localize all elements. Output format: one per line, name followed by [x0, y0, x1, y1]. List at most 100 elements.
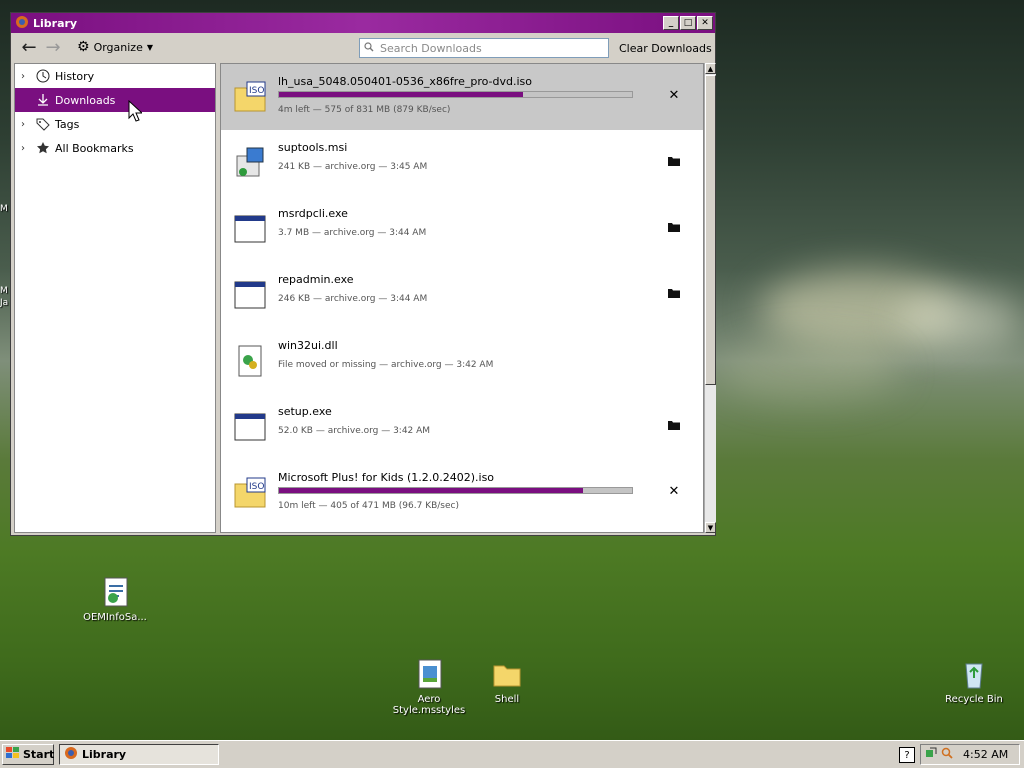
svg-text:ISO: ISO: [249, 86, 264, 96]
tag-icon: [35, 116, 51, 132]
sidebar-item-downloads[interactable]: Downloads: [15, 88, 215, 112]
mouse-cursor-icon: [128, 99, 144, 125]
clock[interactable]: 4:52 AM: [963, 748, 1008, 761]
forward-arrow-icon[interactable]: →: [41, 37, 65, 58]
help-icon[interactable]: ?: [899, 747, 915, 763]
download-item[interactable]: ISO lh_usa_5048.050401-0536_x86fre_pro-d…: [221, 64, 703, 130]
download-icon: [35, 92, 51, 108]
start-label: Start: [23, 748, 55, 761]
sidebar-item-history[interactable]: › History: [15, 64, 215, 88]
system-tray: 4:52 AM: [920, 744, 1020, 765]
download-name: lh_usa_5048.050401-0536_x86fre_pro-dvd.i…: [278, 75, 532, 88]
download-name: setup.exe: [278, 405, 332, 418]
msi-icon: [233, 146, 267, 180]
star-icon: [35, 140, 51, 156]
clock-icon: [35, 68, 51, 84]
clear-downloads-button[interactable]: Clear Downloads: [619, 42, 712, 55]
taskbar-button-library[interactable]: Library: [59, 744, 219, 765]
sidebar-item-tags[interactable]: › Tags: [15, 112, 215, 136]
maximize-button[interactable]: □: [680, 16, 696, 30]
download-status: 52.0 KB — archive.org — 3:42 AM: [278, 426, 431, 436]
start-button[interactable]: Start: [2, 744, 54, 765]
exe-icon: [233, 410, 267, 444]
search-box[interactable]: [359, 38, 609, 58]
msstyles-icon: [413, 658, 445, 690]
sidebar-item-label: History: [55, 69, 95, 83]
download-item[interactable]: ISO Microsoft Plus! for Kids (1.2.0.2402…: [221, 460, 703, 526]
firefox-app-icon: [64, 746, 78, 763]
desktop-edge-label: M: [0, 286, 8, 296]
desktop-icon-label: Aero Style.msstyles: [392, 694, 466, 716]
expand-arrow-icon[interactable]: ›: [21, 119, 31, 130]
vertical-scrollbar[interactable]: ▲ ▼: [704, 63, 716, 533]
taskbar-button-label: Library: [82, 748, 127, 761]
firefox-app-icon: [15, 15, 29, 32]
exe-icon: [233, 278, 267, 312]
chevron-down-icon: ▼: [146, 42, 153, 52]
folder-icon[interactable]: [667, 286, 681, 300]
windows-logo-icon: [6, 747, 20, 762]
download-status: 3.7 MB — archive.org — 3:44 AM: [278, 228, 427, 238]
desktop-icon-label: Shell: [494, 694, 520, 705]
back-arrow-icon[interactable]: ←: [17, 37, 41, 58]
download-status: 246 KB — archive.org — 3:44 AM: [278, 294, 428, 304]
download-item[interactable]: suptools.msi 241 KB — archive.org — 3:45…: [221, 130, 703, 196]
taskbar: Start Library ? 4:52 AM: [0, 740, 1024, 768]
download-item[interactable]: setup.exe 52.0 KB — archive.org — 3:42 A…: [221, 394, 703, 460]
search-input[interactable]: [378, 40, 602, 56]
folder-icon[interactable]: [667, 154, 681, 168]
download-status: 10m left — 405 of 471 MB (96.7 KB/sec): [278, 501, 459, 511]
sidebar-item-label: Downloads: [55, 93, 116, 107]
download-name: msrdpcli.exe: [278, 207, 348, 220]
iso-icon: ISO: [233, 80, 267, 114]
download-name: suptools.msi: [278, 141, 348, 154]
cancel-icon[interactable]: ✕: [667, 484, 681, 499]
close-button[interactable]: ✕: [697, 16, 713, 30]
download-progress: [278, 91, 633, 98]
scroll-down-arrow-icon[interactable]: ▼: [705, 522, 716, 533]
minimize-button[interactable]: _: [663, 16, 679, 30]
window-title: Library: [33, 16, 78, 30]
network-icon[interactable]: [925, 747, 937, 762]
organize-menu-button[interactable]: ⚙ Organize ▼: [77, 39, 153, 55]
download-status: File moved or missing — archive.org — 3:…: [278, 360, 494, 370]
sidebar-item-label: All Bookmarks: [55, 141, 134, 155]
cancel-icon[interactable]: ✕: [667, 88, 681, 103]
sidebar: › History Downloads › Tags › All Bookmar…: [14, 63, 216, 533]
desktop-edge-label: Ja: [0, 298, 9, 308]
download-status: 241 KB — archive.org — 3:45 AM: [278, 162, 428, 172]
folder-icon[interactable]: [667, 220, 681, 234]
download-item[interactable]: win32ui.dll File moved or missing — arch…: [221, 328, 703, 394]
search-tray-icon[interactable]: [941, 747, 953, 762]
svg-text:ISO: ISO: [249, 482, 264, 492]
iso-icon: ISO: [233, 476, 267, 510]
download-progress: [278, 487, 633, 494]
scroll-up-arrow-icon[interactable]: ▲: [705, 63, 716, 74]
scroll-thumb[interactable]: [705, 75, 716, 385]
gear-icon: ⚙: [77, 39, 90, 55]
library-window: Library _ □ ✕ ← → ⚙ Organize ▼ Clear Dow…: [10, 12, 716, 536]
expand-arrow-icon[interactable]: ›: [21, 71, 31, 82]
downloads-list: ISO lh_usa_5048.050401-0536_x86fre_pro-d…: [220, 63, 704, 533]
desktop-icon-recycle-bin[interactable]: Recycle Bin: [929, 658, 1019, 705]
desktop-icon-aero-style[interactable]: Aero Style.msstyles: [384, 658, 474, 716]
sidebar-item-label: Tags: [55, 117, 80, 131]
recycle-bin-icon: [958, 658, 990, 690]
sidebar-item-all-bookmarks[interactable]: › All Bookmarks: [15, 136, 215, 160]
oeminfo-icon: [99, 576, 131, 608]
desktop-edge-label: M: [0, 204, 8, 214]
desktop-icon-label: OEMInfoSa...: [83, 612, 147, 623]
download-item[interactable]: msrdpcli.exe 3.7 MB — archive.org — 3:44…: [221, 196, 703, 262]
folder-icon[interactable]: [667, 418, 681, 432]
download-item[interactable]: repadmin.exe 246 KB — archive.org — 3:44…: [221, 262, 703, 328]
organize-label: Organize: [93, 40, 143, 54]
dll-icon: [233, 344, 267, 378]
title-bar[interactable]: Library _ □ ✕: [11, 13, 715, 33]
desktop-icon-oeminfo[interactable]: OEMInfoSa...: [70, 576, 160, 623]
desktop-icon-shell[interactable]: Shell: [462, 658, 552, 705]
desktop-icon-label: Recycle Bin: [945, 694, 1003, 705]
download-status: 4m left — 575 of 831 MB (879 KB/sec): [278, 105, 451, 115]
expand-arrow-icon[interactable]: ›: [21, 143, 31, 154]
download-name: win32ui.dll: [278, 339, 338, 352]
folder-icon: [491, 658, 523, 690]
